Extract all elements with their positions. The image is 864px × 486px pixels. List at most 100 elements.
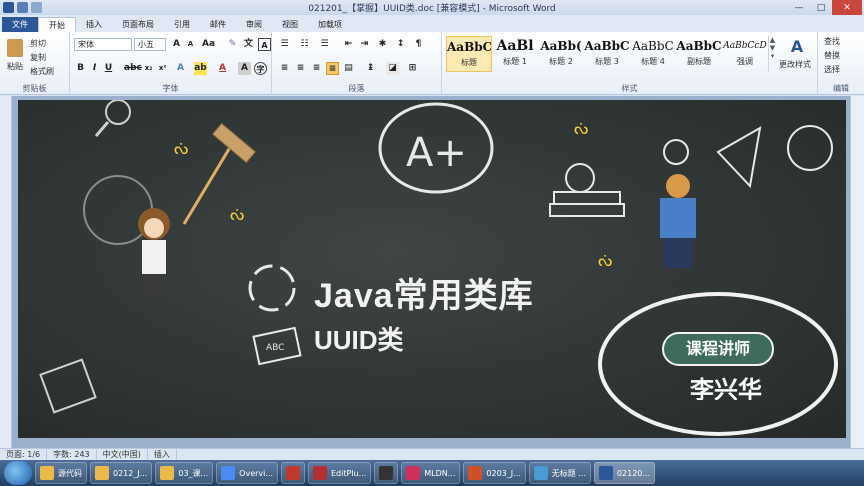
slide-subtitle: UUID类 xyxy=(314,325,404,355)
align-right-icon[interactable]: ≡ xyxy=(310,62,323,75)
taskbar-item[interactable]: 0212_J... xyxy=(90,462,153,484)
borders-icon[interactable]: ⊞ xyxy=(406,62,419,75)
char-shading-button[interactable]: A xyxy=(238,62,251,75)
maximize-button[interactable]: □ xyxy=(810,0,832,15)
bullets-icon[interactable]: ☰ xyxy=(278,38,291,51)
paste-button[interactable]: 粘贴 xyxy=(4,36,26,76)
increase-indent-icon[interactable]: ⇥ xyxy=(358,38,371,51)
vertical-scrollbar[interactable] xyxy=(850,96,864,448)
numbering-icon[interactable]: ☷ xyxy=(298,38,311,51)
style-heading-2[interactable]: AaBb( 标题 2 xyxy=(538,36,584,72)
taskbar-item[interactable] xyxy=(374,462,399,484)
app-icon xyxy=(286,466,300,480)
tab-view[interactable]: 视图 xyxy=(272,17,308,32)
style-sample: AaBbC xyxy=(676,39,722,53)
italic-button[interactable]: I xyxy=(88,62,101,75)
font-group: 宋体 小五 A A Aa ✎ 文 A B I U abc x₂ x² A ab … xyxy=(70,32,272,95)
taskbar-item-label: 无标题 ... xyxy=(551,468,586,478)
change-styles-button[interactable]: A 更改样式 xyxy=(778,36,816,76)
align-left-icon[interactable]: ≡ xyxy=(278,62,291,75)
select-button[interactable]: 选择 xyxy=(824,64,840,75)
style-title[interactable]: AaBbC 标题 xyxy=(446,36,492,72)
tab-page-layout[interactable]: 页面布局 xyxy=(112,17,164,32)
boy-shirt xyxy=(660,198,696,238)
format-painter-button[interactable]: 格式刷 xyxy=(30,66,54,77)
phonetic-guide-icon[interactable]: 文 xyxy=(242,38,255,51)
char-border-icon[interactable]: A xyxy=(258,38,271,51)
taskbar-item[interactable]: 02120... xyxy=(593,462,655,484)
style-heading-3[interactable]: AaBbC 标题 3 xyxy=(584,36,630,72)
app-icon xyxy=(160,466,175,480)
style-emphasis[interactable]: AaBbCcD 强调 xyxy=(722,36,768,72)
tab-addins[interactable]: 加载项 xyxy=(308,17,352,32)
ribbon-tabs: 文件 开始 插入 页面布局 引用 邮件 审阅 视图 加载项 xyxy=(0,15,864,32)
sort-icon[interactable]: ↕ xyxy=(394,38,407,51)
style-name: 标题 1 xyxy=(503,57,527,66)
shading-icon[interactable]: ◪ xyxy=(386,62,399,75)
taskbar-item[interactable]: EditPlu... xyxy=(308,462,372,484)
close-button[interactable]: ✕ xyxy=(832,0,862,15)
tab-review[interactable]: 审阅 xyxy=(236,17,272,32)
copy-button[interactable]: 复制 xyxy=(30,52,46,63)
font-color-button[interactable]: A xyxy=(216,62,229,75)
tab-insert[interactable]: 插入 xyxy=(76,17,112,32)
clear-format-icon[interactable]: ✎ xyxy=(226,38,239,51)
taskbar-item[interactable] xyxy=(281,462,305,484)
paste-label: 粘贴 xyxy=(7,62,23,71)
tab-mailings[interactable]: 邮件 xyxy=(200,17,236,32)
distributed-icon[interactable]: ▤ xyxy=(342,62,355,75)
style-heading-4[interactable]: AaBbC 标题 4 xyxy=(630,36,676,72)
cut-button[interactable]: 剪切 xyxy=(30,38,46,49)
chinese-layout-icon[interactable]: ✱ xyxy=(376,38,389,51)
superscript-button[interactable]: x² xyxy=(156,62,169,75)
highlight-color-button[interactable]: ab xyxy=(194,62,207,75)
sparkle-icon: ᔔ xyxy=(598,251,612,270)
font-family-combo[interactable]: 宋体 xyxy=(74,38,132,51)
tab-file[interactable]: 文件 xyxy=(2,17,38,32)
style-heading-1[interactable]: AaBl 标题 1 xyxy=(492,36,538,72)
language-indicator[interactable]: 中文(中国) xyxy=(97,449,148,460)
taskbar-item[interactable]: MLDN... xyxy=(401,462,461,484)
taskbar-item-label: 03_课... xyxy=(178,468,209,478)
lightbulb-icon xyxy=(663,139,689,165)
taskbar-item[interactable]: 源代码 xyxy=(35,462,87,484)
style-sample: AaBbC xyxy=(447,40,491,54)
broom-handle xyxy=(182,143,234,225)
word-count[interactable]: 字数: 243 xyxy=(47,449,97,460)
enclosed-char-button[interactable]: 字 xyxy=(254,62,267,75)
line-spacing-icon[interactable]: ↨ xyxy=(364,62,377,75)
show-marks-icon[interactable]: ¶ xyxy=(412,38,425,51)
editing-group-label: 编辑 xyxy=(833,84,849,93)
taskbar-item[interactable]: Overvi... xyxy=(216,462,278,484)
taskbar-item-label: 02120... xyxy=(616,468,650,478)
grow-font-button[interactable]: A xyxy=(170,38,183,51)
taskbar-item[interactable]: 03_课... xyxy=(155,462,214,484)
align-center-icon[interactable]: ≡ xyxy=(294,62,307,75)
change-case-button[interactable]: Aa xyxy=(202,38,215,51)
justify-icon[interactable]: ≡ xyxy=(326,62,339,75)
insert-mode[interactable]: 插入 xyxy=(148,449,177,460)
style-subtitle[interactable]: AaBbC 副标题 xyxy=(676,36,722,72)
find-button[interactable]: 查找 xyxy=(824,36,840,47)
text-effects-button[interactable]: A xyxy=(174,62,187,75)
subscript-button[interactable]: x₂ xyxy=(142,62,155,75)
start-button[interactable] xyxy=(4,461,32,485)
taskbar-item[interactable]: 无标题 ... xyxy=(528,462,591,484)
decrease-indent-icon[interactable]: ⇤ xyxy=(342,38,355,51)
tab-home[interactable]: 开始 xyxy=(38,17,76,32)
replace-button[interactable]: 替换 xyxy=(824,50,840,61)
styles-scroll[interactable]: ▲ ▼ ▾ xyxy=(768,36,776,72)
multilevel-list-icon[interactable]: ☰ xyxy=(318,38,331,51)
page-count[interactable]: 页面: 1/6 xyxy=(0,449,48,460)
tab-references[interactable]: 引用 xyxy=(164,17,200,32)
shrink-font-button[interactable]: A xyxy=(184,38,197,51)
clipboard-group-label: 剪贴板 xyxy=(22,84,47,93)
minimize-button[interactable]: — xyxy=(788,0,810,15)
taskbar-item[interactable]: 0203_J... xyxy=(463,462,526,484)
bold-button[interactable]: B xyxy=(74,62,87,75)
underline-button[interactable]: U xyxy=(102,62,115,75)
font-size-combo[interactable]: 小五 xyxy=(134,38,166,51)
strikethrough-button[interactable]: abc xyxy=(124,62,142,75)
taskbar-item-label: 0212_J... xyxy=(113,468,148,478)
refresh-icon xyxy=(248,264,296,312)
